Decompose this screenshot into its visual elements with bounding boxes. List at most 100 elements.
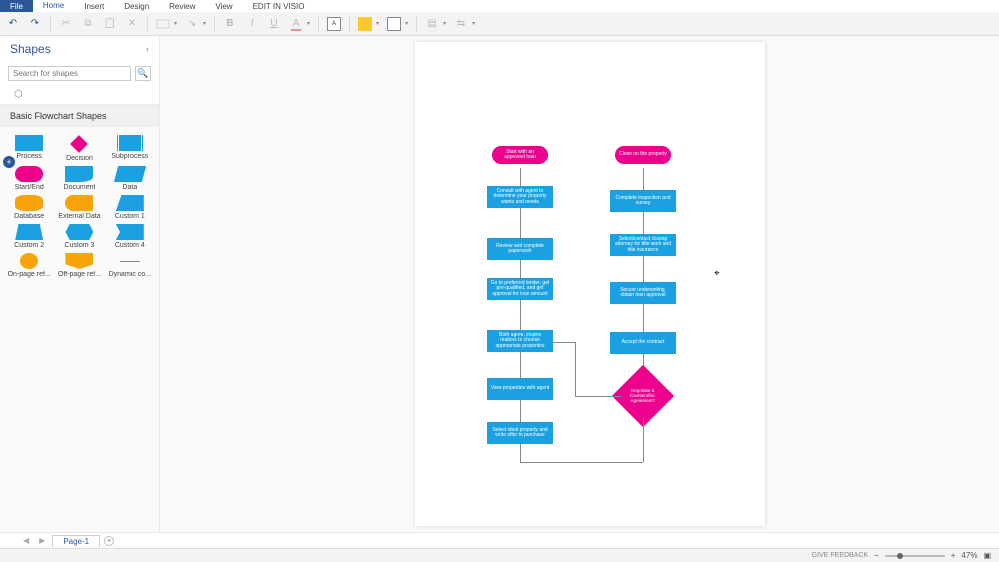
flowchart-node[interactable]: View properties with agent xyxy=(487,378,553,400)
tab-file[interactable]: File xyxy=(0,0,33,13)
zoom-in-button[interactable]: + xyxy=(951,551,956,560)
line-color-button[interactable] xyxy=(387,17,401,31)
undo-button[interactable]: ↶ xyxy=(6,17,20,31)
connector[interactable] xyxy=(553,342,575,343)
flowchart-node[interactable]: Complete inspection and survey xyxy=(610,190,676,212)
collapse-icon[interactable]: ‹ xyxy=(146,44,149,54)
underline-button[interactable]: U xyxy=(267,17,281,31)
redo-button[interactable]: ↷ xyxy=(28,17,42,31)
cut-button[interactable]: ✂ xyxy=(59,17,73,31)
connector[interactable] xyxy=(520,352,521,378)
connector[interactable] xyxy=(520,260,521,278)
shape-stencil-decision[interactable]: Decision xyxy=(54,135,104,162)
add-stencil-button[interactable]: + xyxy=(3,156,15,168)
connector[interactable] xyxy=(520,300,521,330)
connector-tool[interactable]: ↘ xyxy=(185,17,199,31)
shape-stencil-custom-4[interactable]: Custom 4 xyxy=(105,224,155,249)
connector[interactable] xyxy=(643,256,644,282)
paste-button[interactable]: 📋 xyxy=(103,17,117,31)
align-button[interactable]: ⇆ xyxy=(454,17,468,31)
page-prev-button[interactable]: ◀ xyxy=(20,536,32,545)
font-color-button[interactable]: A xyxy=(289,17,303,31)
shape-stencil-database[interactable]: Database xyxy=(4,195,54,220)
shape-thumb-icon xyxy=(15,166,43,182)
connector[interactable] xyxy=(520,462,643,463)
connector[interactable] xyxy=(643,304,644,332)
flowchart-node[interactable]: Select/contact closing attorney for titl… xyxy=(610,234,676,256)
zoom-slider[interactable] xyxy=(885,555,945,557)
flowchart-node[interactable]: Start with an approved loan xyxy=(492,146,548,164)
connector[interactable] xyxy=(575,396,621,397)
flowchart-node[interactable]: Consult with agent to determine your pro… xyxy=(487,186,553,208)
shape-label: Custom 1 xyxy=(115,213,145,220)
give-feedback-link[interactable]: GIVE FEEDBACK xyxy=(812,552,868,559)
edit-in-visio[interactable]: EDIT IN VISIO xyxy=(243,0,315,13)
connector[interactable] xyxy=(520,400,521,422)
shape-stencil-dynamic-co-[interactable]: Dynamic co... xyxy=(105,253,155,278)
stencil-icon[interactable]: ⬡ xyxy=(8,85,29,104)
tab-view[interactable]: View xyxy=(205,0,242,13)
fit-to-window-button[interactable]: ▣ xyxy=(983,551,991,560)
add-page-button[interactable]: + xyxy=(104,536,114,546)
flowchart-node[interactable]: Go to preferred lender, get pre-qualifie… xyxy=(487,278,553,300)
text-box-button[interactable]: A xyxy=(327,17,341,31)
shape-stencil-data[interactable]: Data xyxy=(105,166,155,191)
flowchart-node[interactable]: Review and complete paperwork xyxy=(487,238,553,260)
delete-button[interactable]: ✕ xyxy=(125,17,139,31)
shape-label: Document xyxy=(64,184,96,191)
menu-bar: File Home Insert Design Review View EDIT… xyxy=(0,0,999,12)
canvas[interactable]: Start with an approved loan Consult with … xyxy=(160,36,999,532)
zoom-out-button[interactable]: − xyxy=(874,551,879,560)
flowchart-node[interactable]: Select ideal property and write offer to… xyxy=(487,422,553,444)
page-next-button[interactable]: ▶ xyxy=(36,536,48,545)
connector[interactable] xyxy=(520,168,521,186)
chevron-down-icon: ▾ xyxy=(376,20,379,27)
connector[interactable] xyxy=(643,168,644,190)
flowchart-node[interactable]: Both agree, inspire realtors to choose a… xyxy=(487,330,553,352)
chevron-down-icon: ▾ xyxy=(174,20,177,27)
shape-label: Dynamic co... xyxy=(109,271,151,278)
flowchart-node[interactable]: Accept the contract xyxy=(610,332,676,354)
fill-color-button[interactable] xyxy=(358,17,372,31)
shape-stencil-custom-2[interactable]: Custom 2 xyxy=(4,224,54,249)
connector[interactable] xyxy=(520,208,521,238)
shape-thumb-icon xyxy=(15,195,43,211)
italic-button[interactable]: I xyxy=(245,17,259,31)
shapes-search-input[interactable] xyxy=(8,66,131,81)
shape-stencil-document[interactable]: Document xyxy=(54,166,104,191)
cursor-icon: ⌖ xyxy=(714,268,720,279)
copy-button[interactable]: ⧉ xyxy=(81,17,95,31)
zoom-level: 47% xyxy=(961,551,977,560)
shapes-category-header[interactable]: Basic Flowchart Shapes xyxy=(0,105,159,127)
bold-button[interactable]: B xyxy=(223,17,237,31)
shape-stencil-subprocess[interactable]: Subprocess xyxy=(105,135,155,162)
shape-thumb-icon xyxy=(71,135,89,153)
tab-review[interactable]: Review xyxy=(159,0,205,13)
page-tabs-bar: ◀ ▶ Page-1 + xyxy=(0,532,999,548)
shape-stencil-off-page-ref-[interactable]: Off-page ref... xyxy=(54,253,104,278)
shape-label: Custom 3 xyxy=(65,242,95,249)
shape-label: Data xyxy=(122,184,137,191)
artboard-page[interactable]: Start with an approved loan Consult with … xyxy=(415,42,765,526)
flowchart-node[interactable]: Close on the property xyxy=(615,146,671,164)
tab-insert[interactable]: Insert xyxy=(74,0,114,13)
connector[interactable] xyxy=(643,418,644,462)
shape-stencil-external-data[interactable]: External Data xyxy=(54,195,104,220)
shape-stencil-custom-3[interactable]: Custom 3 xyxy=(54,224,104,249)
shape-stencil-custom-1[interactable]: Custom 1 xyxy=(105,195,155,220)
shape-thumb-icon xyxy=(15,135,43,151)
shape-stencil-on-page-ref-[interactable]: On-page ref... xyxy=(4,253,54,278)
shape-thumb-icon xyxy=(65,253,93,269)
shape-thumb-icon xyxy=(116,135,144,151)
shape-stencil-start-end[interactable]: Start/End xyxy=(4,166,54,191)
connector[interactable] xyxy=(520,444,521,462)
shape-picker[interactable] xyxy=(156,17,170,31)
search-button[interactable]: 🔍 xyxy=(135,66,151,81)
flowchart-node[interactable]: Secure underwriting, obtain loan approva… xyxy=(610,282,676,304)
tab-design[interactable]: Design xyxy=(114,0,159,13)
connector[interactable] xyxy=(643,212,644,234)
arrange-button[interactable]: ▤ xyxy=(425,17,439,31)
shape-thumb-icon xyxy=(15,224,43,240)
page-tab-1[interactable]: Page-1 xyxy=(52,535,100,547)
connector[interactable] xyxy=(575,342,576,396)
